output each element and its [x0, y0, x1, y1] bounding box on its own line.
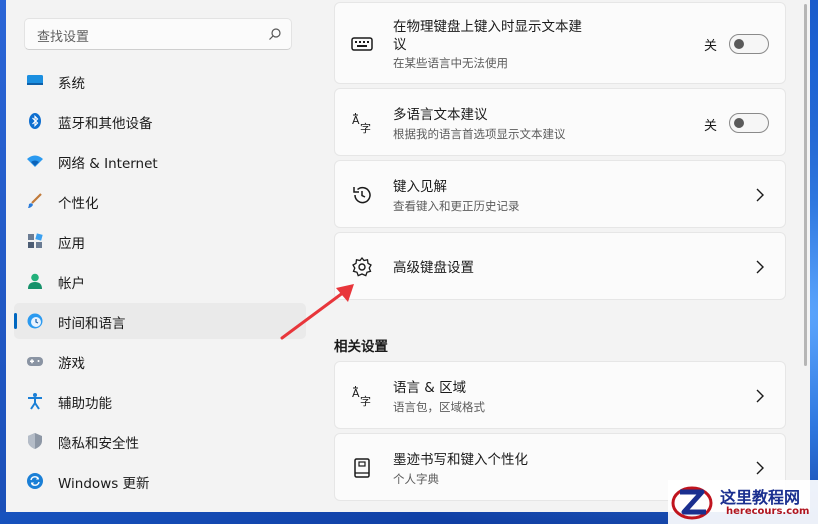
physical-keyboard-suggestions-toggle[interactable]: [729, 34, 769, 54]
watermark-title: 这里教程网: [720, 488, 801, 507]
search-input[interactable]: 查找设置: [37, 26, 89, 45]
toggle-state-label: 关: [703, 119, 717, 134]
shield-icon: [28, 433, 42, 449]
chevron-right-icon: [756, 461, 764, 475]
card-title: 语言 & 区域: [393, 380, 467, 396]
sidebar-item-label: 应用: [58, 236, 85, 252]
notebook-icon: [354, 458, 370, 478]
sidebar-item-label: 系统: [58, 76, 85, 92]
watermark: 这里教程网 herecours.com: [668, 480, 818, 524]
sidebar-item-personalization[interactable]: 个性化: [14, 183, 306, 219]
svg-text:A: A: [352, 387, 360, 400]
brush-icon: [28, 193, 42, 208]
gamepad-icon: [27, 357, 43, 366]
site-logo-icon: [671, 486, 713, 520]
display-icon: [27, 75, 43, 85]
multilingual-suggestions-card[interactable]: A 字 多语言文本建议 根据我的语言首选项显示文本建议 关: [334, 88, 786, 156]
card-title: 多语言文本建议: [393, 107, 488, 123]
card-title-continued: 议: [393, 37, 407, 53]
sidebar-item-label: 个性化: [58, 196, 99, 212]
account-icon: [28, 273, 42, 289]
card-subtitle: 根据我的语言首选项显示文本建议: [393, 127, 566, 141]
sidebar-item-apps[interactable]: 应用: [14, 223, 306, 259]
card-subtitle: 个人字典: [393, 472, 439, 486]
history-icon: [353, 186, 371, 204]
card-title: 高级键盘设置: [393, 260, 474, 276]
sidebar-item-label: 游戏: [58, 356, 85, 372]
search-box[interactable]: 查找设置: [24, 18, 292, 50]
card-subtitle: 查看键入和更正历史记录: [393, 199, 520, 213]
settings-window: 查找设置 系统 蓝牙和其他设备 网络 & Internet 个性化 应用 帐户 …: [0, 0, 810, 512]
physical-keyboard-suggestions-card[interactable]: 在物理键盘上键入时显示文本建 议 在某些语言中无法使用 关: [334, 2, 786, 84]
svg-text:字: 字: [360, 394, 371, 407]
sidebar-item-accounts[interactable]: 帐户: [14, 263, 306, 299]
sidebar-item-windows-update[interactable]: Windows 更新: [14, 463, 306, 499]
sidebar-item-label: 辅助功能: [58, 396, 112, 412]
apps-icon: [28, 233, 43, 248]
sidebar-item-gaming[interactable]: 游戏: [14, 343, 306, 379]
chevron-right-icon: [756, 389, 764, 403]
sidebar-item-network[interactable]: 网络 & Internet: [14, 143, 306, 179]
search-icon: [269, 28, 281, 40]
svg-text:A: A: [352, 114, 360, 127]
language-icon: A 字: [352, 386, 371, 407]
card-title: 键入见解: [393, 179, 447, 195]
toggle-state-label: 关: [703, 39, 717, 54]
sidebar-item-label: Windows 更新: [58, 476, 150, 492]
language-icon: A 字: [352, 113, 371, 134]
update-icon: [27, 473, 43, 489]
sidebar-item-label: 网络 & Internet: [58, 156, 158, 172]
sidebar-item-privacy[interactable]: 隐私和安全性: [14, 423, 306, 459]
chevron-right-icon: [756, 260, 764, 274]
typing-insights-card[interactable]: 键入见解 查看键入和更正历史记录: [334, 160, 786, 228]
language-region-card[interactable]: A 字 语言 & 区域 语言包，区域格式: [334, 361, 786, 429]
vertical-scrollbar[interactable]: [804, 4, 807, 366]
card-title: 在物理键盘上键入时显示文本建: [393, 19, 582, 35]
watermark-url: herecours.com: [726, 506, 810, 517]
sidebar-item-system[interactable]: 系统: [14, 63, 306, 99]
sidebar-item-bluetooth[interactable]: 蓝牙和其他设备: [14, 103, 306, 139]
active-indicator: [14, 313, 17, 329]
annotation-arrow-icon: [280, 284, 354, 340]
bluetooth-icon: [29, 113, 41, 129]
keyboard-icon: [351, 37, 373, 51]
chevron-right-icon: [756, 188, 764, 202]
card-subtitle: 在某些语言中无法使用: [393, 56, 508, 70]
advanced-keyboard-settings-card[interactable]: 高级键盘设置: [334, 232, 786, 300]
sidebar-item-label: 蓝牙和其他设备: [58, 116, 153, 132]
sidebar-item-label: 帐户: [58, 276, 85, 292]
sidebar-item-accessibility[interactable]: 辅助功能: [14, 383, 306, 419]
card-title: 墨迹书写和键入个性化: [393, 452, 528, 468]
time-language-icon: [27, 313, 43, 329]
accessibility-icon: [28, 393, 42, 410]
svg-text:字: 字: [360, 121, 371, 134]
sidebar-item-label: 时间和语言: [58, 316, 126, 332]
gear-icon: [352, 256, 372, 277]
sidebar-item-time-language[interactable]: 时间和语言: [14, 303, 306, 339]
wifi-icon: [27, 155, 43, 167]
multilingual-suggestions-toggle[interactable]: [729, 113, 769, 133]
card-subtitle: 语言包，区域格式: [393, 400, 485, 414]
sidebar-item-label: 隐私和安全性: [58, 436, 139, 452]
